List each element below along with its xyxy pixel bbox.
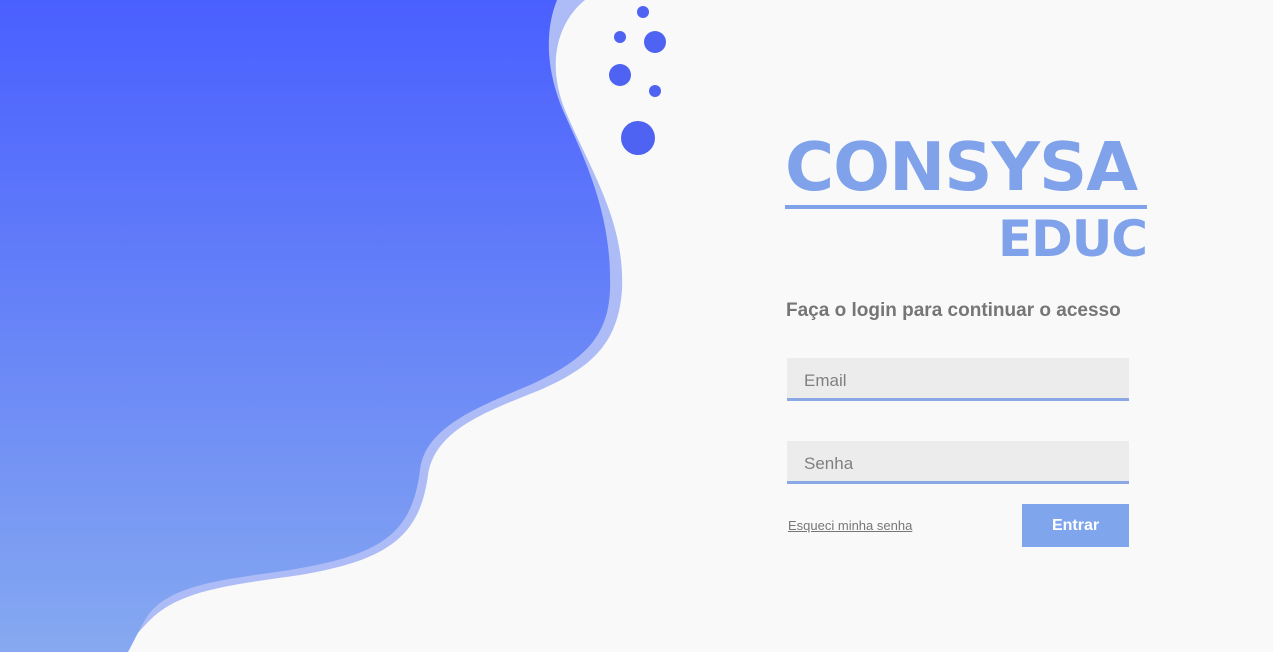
logo-wordmark: CONSYSA (785, 128, 1138, 206)
login-page: CONSYSA EDUC Faça o login para continuar… (0, 0, 1273, 652)
email-field[interactable] (787, 358, 1129, 401)
login-prompt: Faça o login para continuar o acesso (786, 300, 1121, 321)
logo-divider (785, 205, 1147, 209)
front-wave-shape (0, 0, 611, 652)
decorative-wave-background (0, 0, 666, 652)
consysa-educ-logo: CONSYSA EDUC (785, 134, 1148, 268)
forgot-password-link[interactable]: Esqueci minha senha (788, 518, 912, 533)
logo-subtitle: EDUC (998, 210, 1148, 268)
decorative-dots (609, 6, 666, 155)
login-button[interactable]: Entrar (1022, 504, 1129, 547)
password-field[interactable] (787, 441, 1129, 484)
